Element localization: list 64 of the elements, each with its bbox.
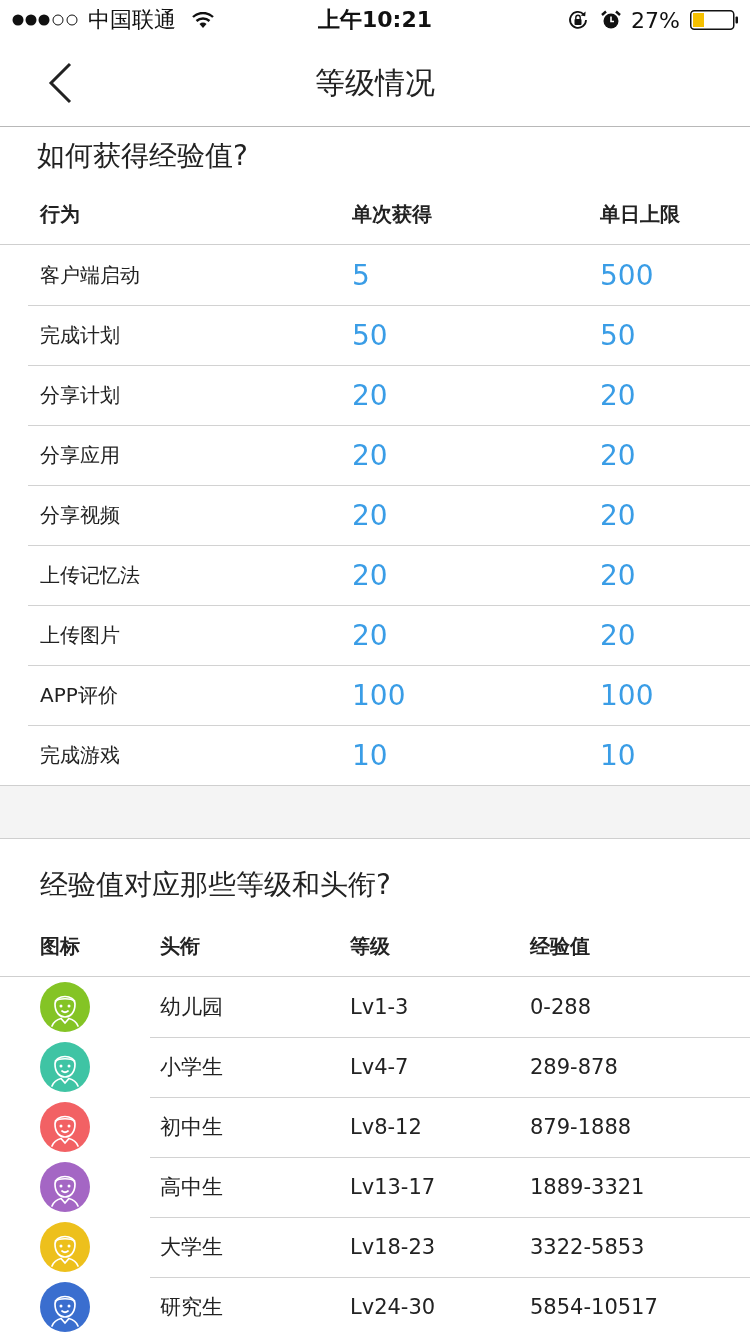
per-time-points: 50: [352, 318, 388, 352]
section-title: 如何获得经验值?: [37, 138, 248, 174]
per-time-points: 5: [352, 258, 370, 292]
per-time-points: 10: [352, 738, 388, 772]
action-name: 分享应用: [40, 441, 120, 469]
action-name: 分享视频: [40, 501, 120, 529]
column-header: 经验值: [530, 932, 590, 960]
per-time-points: 20: [352, 498, 388, 532]
column-header: 行为: [40, 201, 80, 228]
rank-title: 幼儿园: [160, 994, 223, 1021]
rotation-lock-icon: [567, 9, 590, 31]
per-time-points: 100: [352, 678, 406, 712]
per-time-points: 20: [352, 438, 388, 472]
rank-title: 初中生: [160, 1114, 223, 1141]
level-range: Lv4-7: [350, 1055, 409, 1079]
experience-range: 289-878: [530, 1055, 618, 1079]
experience-range: 5854-10517: [530, 1295, 658, 1319]
rank-title: 小学生: [160, 1054, 223, 1081]
signal-strength-icon: [12, 14, 78, 26]
column-header: 等级: [350, 932, 390, 960]
level-range: Lv13-17: [350, 1175, 436, 1199]
experience-range: 879-1888: [530, 1115, 632, 1139]
column-header: 单次获得: [352, 201, 432, 228]
experience-range: 3322-5853: [530, 1235, 645, 1259]
per-time-points: 20: [352, 378, 388, 412]
level-range: Lv1-3: [350, 995, 409, 1019]
daily-limit-points: 500: [600, 258, 654, 292]
action-name: 完成游戏: [40, 741, 120, 769]
experience-range: 1889-3321: [530, 1175, 645, 1199]
action-name: 完成计划: [40, 321, 120, 349]
column-header: 单日上限: [600, 201, 680, 228]
action-name: 客户端启动: [40, 261, 140, 289]
alarm-clock-icon: [601, 10, 622, 30]
action-name: 分享计划: [40, 381, 120, 409]
daily-limit-points: 20: [600, 378, 636, 412]
level-range: Lv8-12: [350, 1115, 422, 1139]
carrier-name: 中国联通: [88, 6, 176, 34]
daily-limit-points: 100: [600, 678, 654, 712]
section-title: 经验值对应那些等级和头衔?: [40, 867, 391, 903]
daily-limit-points: 20: [600, 558, 636, 592]
daily-limit-points: 50: [600, 318, 636, 352]
back-chevron-icon: [48, 62, 72, 104]
action-name: APP评价: [40, 681, 118, 709]
column-header: 头衔: [160, 932, 200, 960]
rank-title: 研究生: [160, 1294, 223, 1321]
action-name: 上传图片: [40, 621, 120, 649]
wifi-icon: [192, 12, 214, 28]
per-time-points: 20: [352, 558, 388, 592]
daily-limit-points: 20: [600, 498, 636, 532]
column-header: 图标: [40, 932, 80, 960]
battery-icon: [690, 10, 738, 30]
daily-limit-points: 20: [600, 438, 636, 472]
rank-title: 高中生: [160, 1174, 223, 1201]
page-title: 等级情况: [315, 63, 435, 102]
rank-title: 大学生: [160, 1234, 223, 1261]
experience-range: 0-288: [530, 995, 592, 1019]
battery-percentage: 27%: [631, 7, 680, 33]
action-name: 上传记忆法: [40, 561, 140, 589]
daily-limit-points: 10: [600, 738, 636, 772]
per-time-points: 20: [352, 618, 388, 652]
status-time: 上午10:21: [318, 6, 432, 34]
daily-limit-points: 20: [600, 618, 636, 652]
level-range: Lv18-23: [350, 1235, 436, 1259]
level-range: Lv24-30: [350, 1295, 436, 1319]
